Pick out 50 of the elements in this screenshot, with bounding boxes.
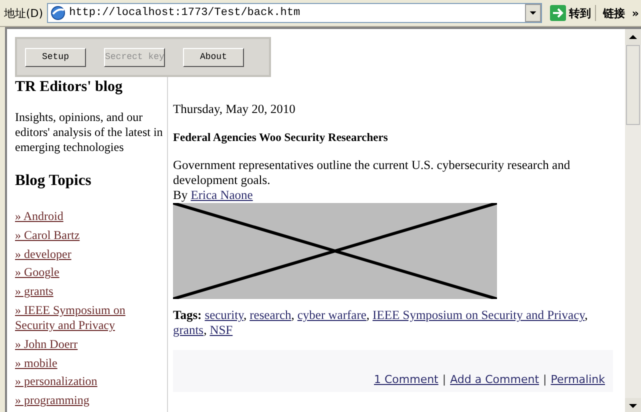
scroll-up-icon[interactable] bbox=[625, 29, 641, 45]
tag-separator: , bbox=[291, 308, 294, 322]
more-button[interactable]: » bbox=[632, 6, 639, 20]
tag-separator: , bbox=[243, 308, 247, 322]
tags-label: Tags: bbox=[173, 308, 202, 322]
topic-link[interactable]: » Google bbox=[15, 265, 60, 280]
toolbar-button[interactable]: About bbox=[183, 48, 244, 66]
author-link[interactable]: Erica Naone bbox=[190, 188, 253, 202]
toolbar-button[interactable]: Setup bbox=[25, 48, 86, 66]
tag-separator: , bbox=[584, 308, 588, 322]
blog-title: TR Editors' blog bbox=[15, 79, 124, 96]
tag-link[interactable]: cyber warfare bbox=[297, 308, 366, 322]
blog-description: Insights, opinions, and our editors' analysis of the latest in emerging technologies bbox=[15, 110, 164, 155]
byline-label: By bbox=[173, 188, 189, 202]
topic-link[interactable]: » mobile bbox=[15, 356, 58, 371]
topic-link[interactable]: » personalization bbox=[15, 374, 98, 390]
dropdown-button[interactable] bbox=[524, 4, 541, 22]
footer-link[interactable]: Permalink bbox=[550, 373, 605, 386]
globe-icon bbox=[50, 5, 66, 21]
address-label: 地址(D) bbox=[4, 6, 44, 20]
scrollbar[interactable] bbox=[625, 29, 641, 412]
footer-link[interactable]: 1 Comment bbox=[374, 373, 438, 386]
footer-link[interactable]: Add a Comment bbox=[450, 373, 540, 386]
post-title: Federal Agencies Woo Security Researchers bbox=[173, 132, 389, 144]
tag-link[interactable]: research bbox=[250, 308, 292, 322]
tag-link[interactable]: security bbox=[204, 308, 244, 322]
links-label[interactable]: 链接 bbox=[600, 6, 628, 20]
section-heading: Blog Topics bbox=[15, 172, 92, 190]
topic-link[interactable]: » grants bbox=[15, 284, 54, 300]
tag-separator: , bbox=[366, 308, 370, 322]
topic-link[interactable]: » Carol Bartz bbox=[15, 228, 80, 243]
url-field[interactable]: http://localhost:1773/Test/back.htm bbox=[47, 3, 542, 23]
footer-separator: | bbox=[442, 373, 446, 386]
footer-separator: | bbox=[543, 373, 547, 386]
arrow-icon bbox=[550, 5, 566, 21]
tag-link[interactable]: NSF bbox=[210, 323, 233, 337]
tag-link[interactable]: grants bbox=[173, 323, 204, 337]
topic-link[interactable]: » John Doerr bbox=[15, 336, 78, 352]
scroll-down-icon[interactable] bbox=[625, 398, 641, 412]
post-summary: Government representatives outline the current U.S. cybersecurity research and development goals. bbox=[173, 158, 572, 188]
topic-link[interactable]: » programming bbox=[15, 393, 90, 408]
caret-icon bbox=[528, 9, 537, 17]
post-date: Thursday, May 20, 2010 bbox=[173, 102, 296, 117]
topic-link[interactable]: » developer bbox=[15, 246, 72, 262]
tag-separator: , bbox=[204, 323, 207, 337]
tag-link[interactable]: IEEE Symposium on Security and Privacy bbox=[372, 308, 585, 322]
go-button[interactable]: 转到 bbox=[546, 5, 596, 21]
topic-link[interactable]: » IEEE Symposium on Security and Privacy bbox=[15, 302, 165, 333]
topic-link[interactable]: » Android bbox=[15, 209, 64, 224]
scroll-thumb[interactable] bbox=[626, 45, 640, 125]
